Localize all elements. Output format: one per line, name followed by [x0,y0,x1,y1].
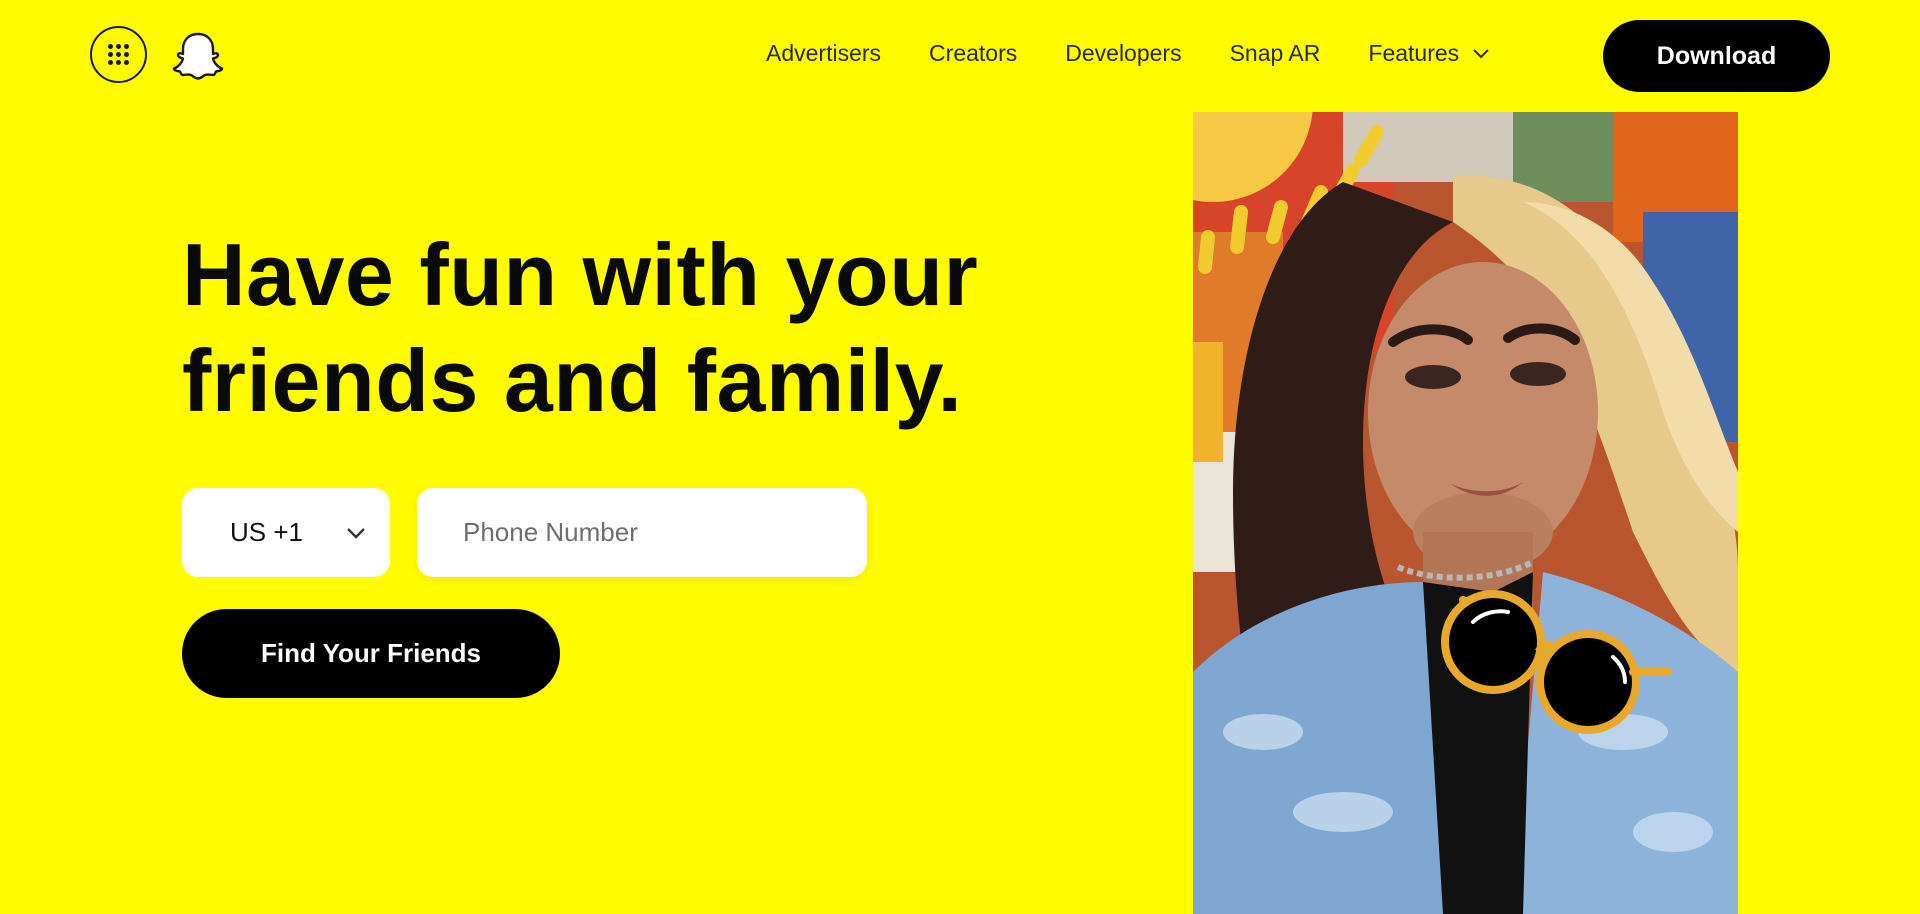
find-friends-button[interactable]: Find Your Friends [182,609,560,698]
nav-item-developers[interactable]: Developers [1065,40,1181,67]
chevron-down-icon [347,528,365,539]
country-code-value: US +1 [230,517,303,547]
headline-line-2: friends and family. [182,331,963,430]
country-code-select[interactable]: US +1 [182,488,390,577]
selfie-illustration [1193,112,1738,914]
hero-headline: Have fun with your friends and family. [182,222,1002,434]
ghost-logo-icon[interactable] [172,30,224,82]
page: Advertisers Creators Developers Snap AR … [0,0,1920,914]
apps-menu-button[interactable] [90,26,147,83]
phone-number-input[interactable] [417,488,867,577]
chevron-down-icon [1473,48,1489,58]
main-nav: Advertisers Creators Developers Snap AR … [766,40,1491,67]
nav-label: Features [1368,40,1460,66]
headline-line-1: Have fun with your [182,225,979,324]
nav-item-advertisers[interactable]: Advertisers [766,40,881,67]
grid-icon [108,44,129,65]
nav-label: Snap AR [1229,40,1321,66]
nav-item-features[interactable]: Features [1368,40,1491,67]
hero-selfie-image [1193,112,1738,914]
nav-item-creators[interactable]: Creators [929,40,1017,67]
nav-label: Creators [929,40,1018,66]
site-header: Advertisers Creators Developers Snap AR … [0,0,1920,112]
nav-item-snap-ar[interactable]: Snap AR [1230,40,1321,67]
download-button[interactable]: Download [1603,20,1830,92]
nav-label: Advertisers [766,40,882,66]
nav-label: Developers [1065,40,1182,66]
